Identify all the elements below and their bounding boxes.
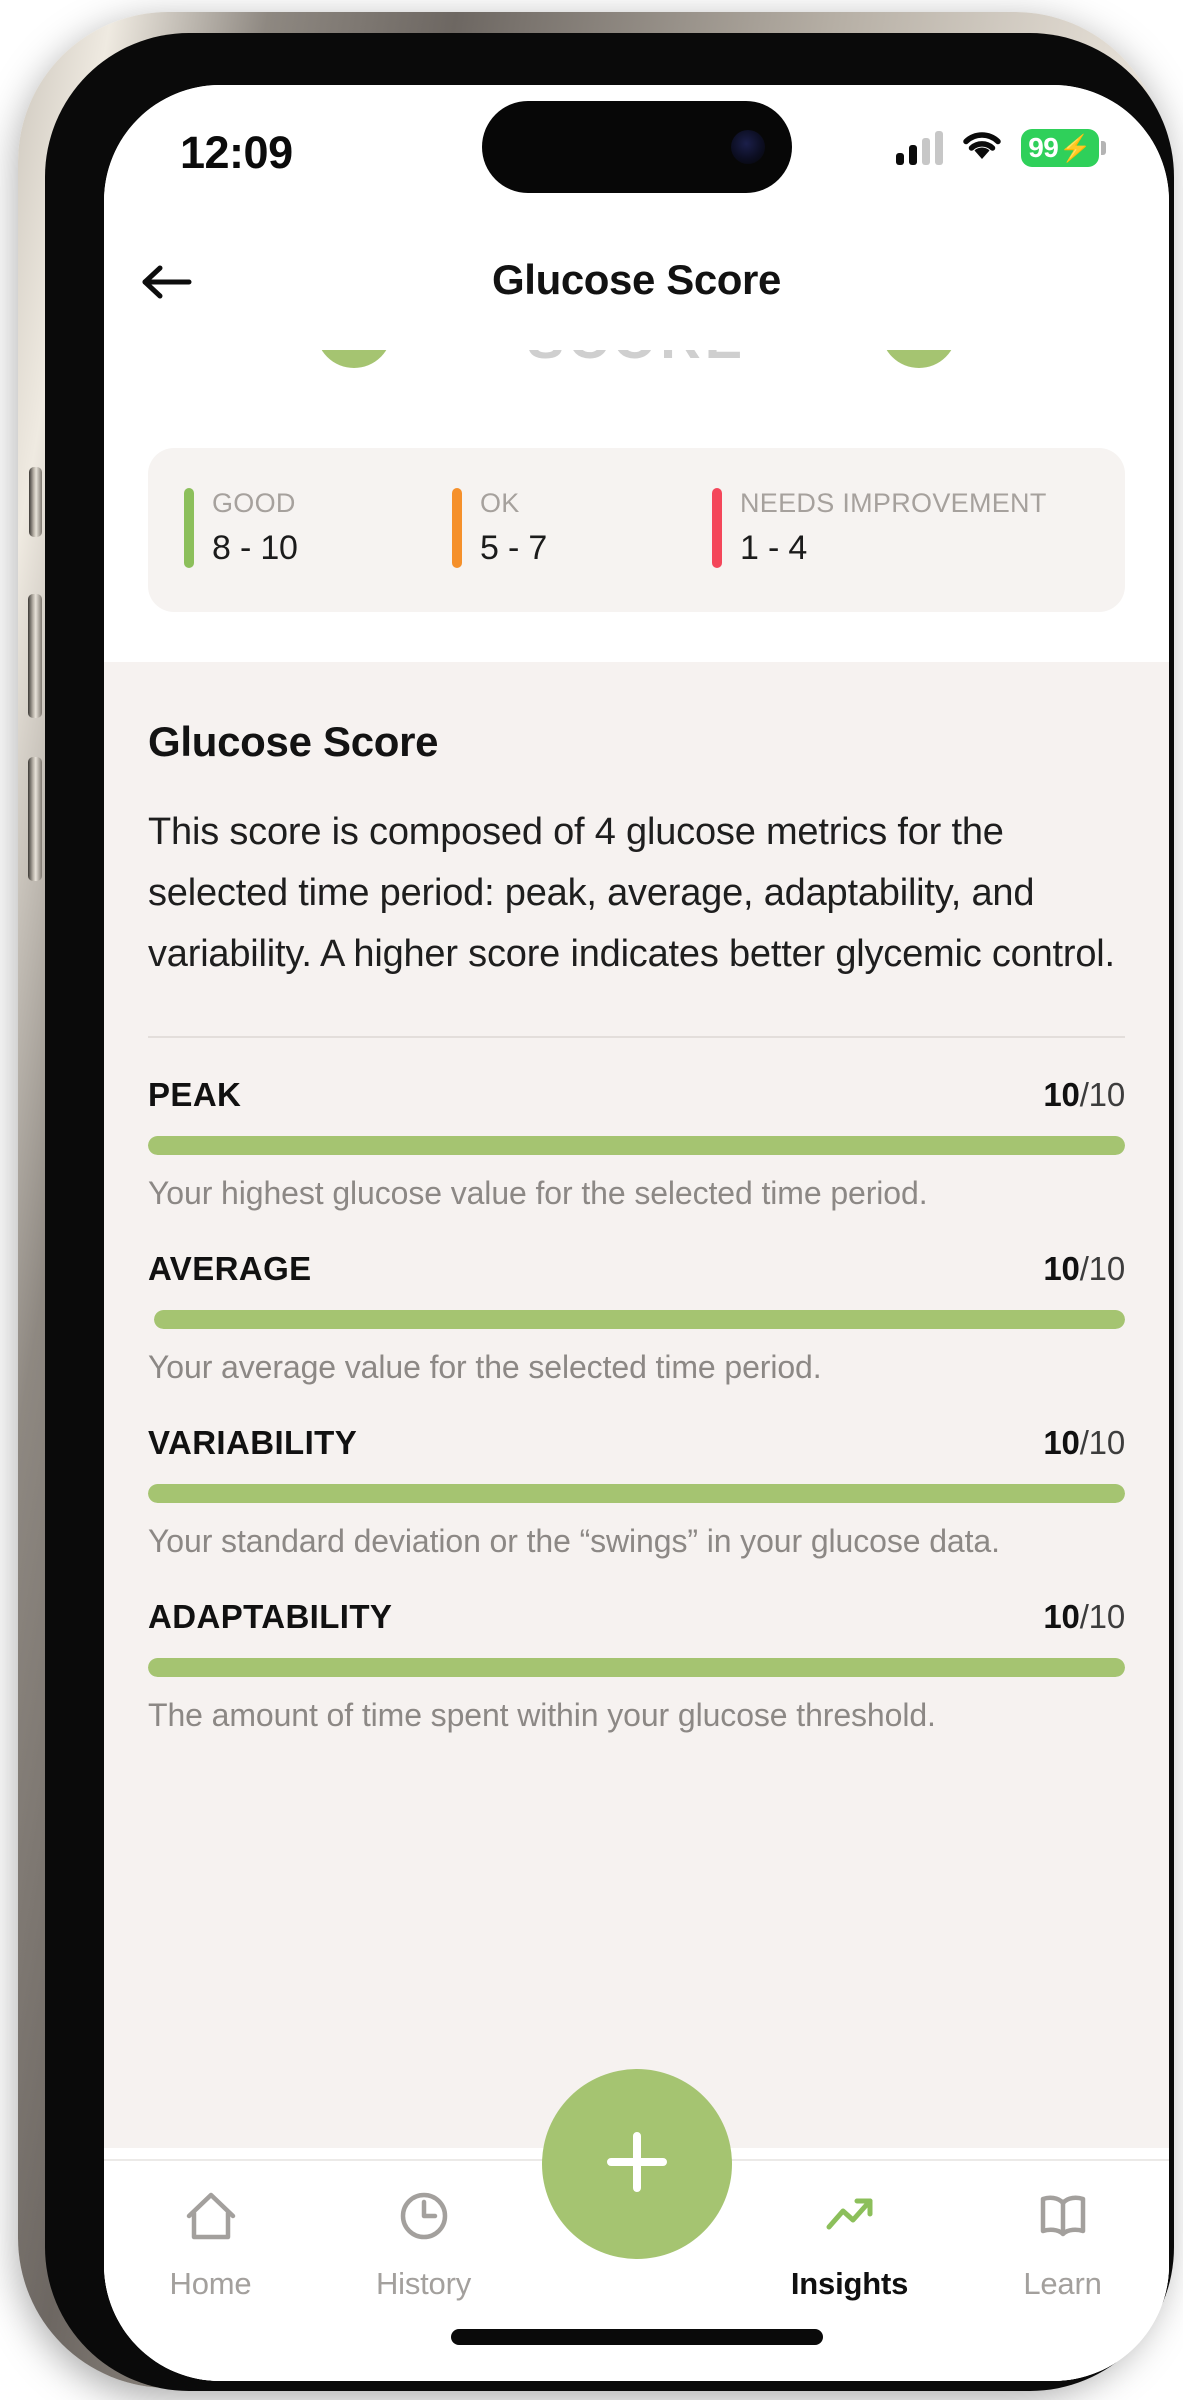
status-time: 12:09: [180, 127, 293, 178]
legend-bar-ok: [452, 488, 462, 568]
metric-description-adaptability: The amount of time spent within your glu…: [148, 1697, 936, 1734]
tab-learn[interactable]: Learn: [956, 2161, 1169, 2302]
legend-range-good: 8 - 10: [212, 529, 298, 567]
nav-header: Glucose Score: [104, 220, 1169, 350]
tab-label-history: History: [375, 2266, 472, 2301]
metric-row: AVERAGE 10/10 Your average value for the…: [148, 1212, 1125, 1386]
score-legend-card: GOOD 8 - 10 OK 5 - 7 NEEDS IMPROVEMENT 1…: [148, 448, 1125, 612]
trending-up-icon: [820, 2187, 880, 2250]
metric-value-variability: 10: [1043, 1424, 1080, 1462]
metric-row: VARIABILITY 10/10 Your standard deviatio…: [148, 1386, 1125, 1560]
tab-insights[interactable]: Insights: [743, 2161, 956, 2302]
metric-value-peak: 10: [1043, 1076, 1080, 1114]
clock-icon: [394, 2187, 454, 2250]
metric-progress-fill-average: [154, 1310, 1125, 1330]
status-indicators: 99 ⚡: [896, 129, 1106, 167]
front-camera-icon: [730, 130, 765, 164]
metric-row: PEAK 10/10 Your highest glucose value fo…: [148, 1038, 1125, 1212]
metric-value-average: 10: [1043, 1250, 1080, 1288]
volume-down-button[interactable]: [28, 757, 42, 881]
legend-bar-good: [184, 488, 194, 568]
volume-up-button[interactable]: [28, 594, 42, 718]
tab-label-home: Home: [169, 2266, 252, 2301]
detail-title: Glucose Score: [148, 718, 439, 765]
metric-denominator-peak: /10: [1079, 1076, 1125, 1114]
metric-score-peak: 10/10: [1043, 1076, 1125, 1114]
plus-icon: [593, 2118, 681, 2211]
page-title: Glucose Score: [492, 256, 781, 303]
clipped-score-dials: SCORE: [104, 350, 1169, 448]
legend-label-good: GOOD: [212, 488, 296, 518]
metric-description-average: Your average value for the selected time…: [148, 1349, 822, 1386]
metric-description-peak: Your highest glucose value for the selec…: [148, 1175, 928, 1212]
legend-item-ok: OK 5 - 7: [452, 488, 712, 568]
metric-denominator-adaptability: /10: [1079, 1598, 1125, 1636]
add-entry-fab[interactable]: [541, 2069, 732, 2259]
metric-score-adaptability: 10/10: [1043, 1598, 1125, 1636]
metric-progress-track-average: [154, 1310, 1125, 1330]
legend-bar-needs-improvement: [712, 488, 722, 568]
phone-frame: 12:09 99 ⚡ Glucose Score GOOD 8 - 10 OK …: [18, 12, 1174, 2391]
metric-score-average: 10/10: [1043, 1250, 1125, 1288]
metric-progress-track-peak: [148, 1136, 1125, 1156]
wifi-icon: [961, 130, 1003, 167]
legend-range-ok: 5 - 7: [480, 529, 548, 567]
legend-item-good: GOOD 8 - 10: [184, 488, 452, 568]
tab-label-learn: Learn: [1023, 2266, 1102, 2301]
score-dial-right: [881, 350, 957, 368]
dynamic-island: [481, 101, 792, 193]
detail-description: This score is composed of 4 glucose metr…: [148, 811, 1115, 975]
home-indicator[interactable]: [450, 2329, 823, 2345]
clipped-score-label: SCORE: [527, 350, 746, 371]
metric-denominator-variability: /10: [1079, 1424, 1125, 1462]
tab-history[interactable]: History: [317, 2161, 530, 2302]
battery-charging-icon: 99 ⚡: [1021, 129, 1106, 167]
score-dial-left: [316, 350, 392, 368]
metric-name-average: AVERAGE: [148, 1250, 312, 1288]
legend-item-needs-improvement: NEEDS IMPROVEMENT 1 - 4: [712, 488, 1089, 568]
metric-progress-track-variability: [148, 1484, 1125, 1504]
metric-denominator-average: /10: [1079, 1250, 1125, 1288]
metric-progress-track-adaptability: [148, 1658, 1125, 1678]
tab-label-insights: Insights: [790, 2266, 909, 2301]
battery-level: 99: [1028, 132, 1059, 163]
cellular-signal-icon: [896, 131, 943, 165]
legend-label-needs-improvement: NEEDS IMPROVEMENT: [740, 488, 1047, 518]
metric-value-adaptability: 10: [1043, 1598, 1080, 1636]
legend-range-needs-improvement: 1 - 4: [740, 529, 808, 567]
home-icon: [181, 2187, 241, 2250]
metric-progress-fill-peak: [148, 1136, 1125, 1156]
metric-name-variability: VARIABILITY: [148, 1424, 358, 1462]
metric-name-peak: PEAK: [148, 1076, 242, 1114]
metric-description-variability: Your standard deviation or the “swings” …: [148, 1523, 1000, 1560]
metric-score-variability: 10/10: [1043, 1424, 1125, 1462]
metric-progress-fill-variability: [148, 1484, 1125, 1504]
tab-home[interactable]: Home: [104, 2161, 317, 2302]
phone-bezel: 12:09 99 ⚡ Glucose Score GOOD 8 - 10 OK …: [45, 33, 1174, 2391]
phone-screen: 12:09 99 ⚡ Glucose Score GOOD 8 - 10 OK …: [104, 85, 1169, 2381]
legend-label-ok: OK: [480, 488, 520, 518]
metric-row: ADAPTABILITY 10/10 The amount of time sp…: [148, 1560, 1125, 1734]
glucose-score-detail-panel: Glucose Score This score is composed of …: [104, 662, 1169, 2148]
status-bar: 12:09 99 ⚡: [104, 85, 1169, 220]
charging-bolt-icon: ⚡: [1059, 133, 1092, 163]
book-icon: [1033, 2187, 1093, 2250]
metric-name-adaptability: ADAPTABILITY: [148, 1598, 393, 1636]
action-button[interactable]: [29, 467, 42, 537]
metric-progress-fill-adaptability: [148, 1658, 1125, 1678]
section-spacer: [104, 612, 1169, 662]
